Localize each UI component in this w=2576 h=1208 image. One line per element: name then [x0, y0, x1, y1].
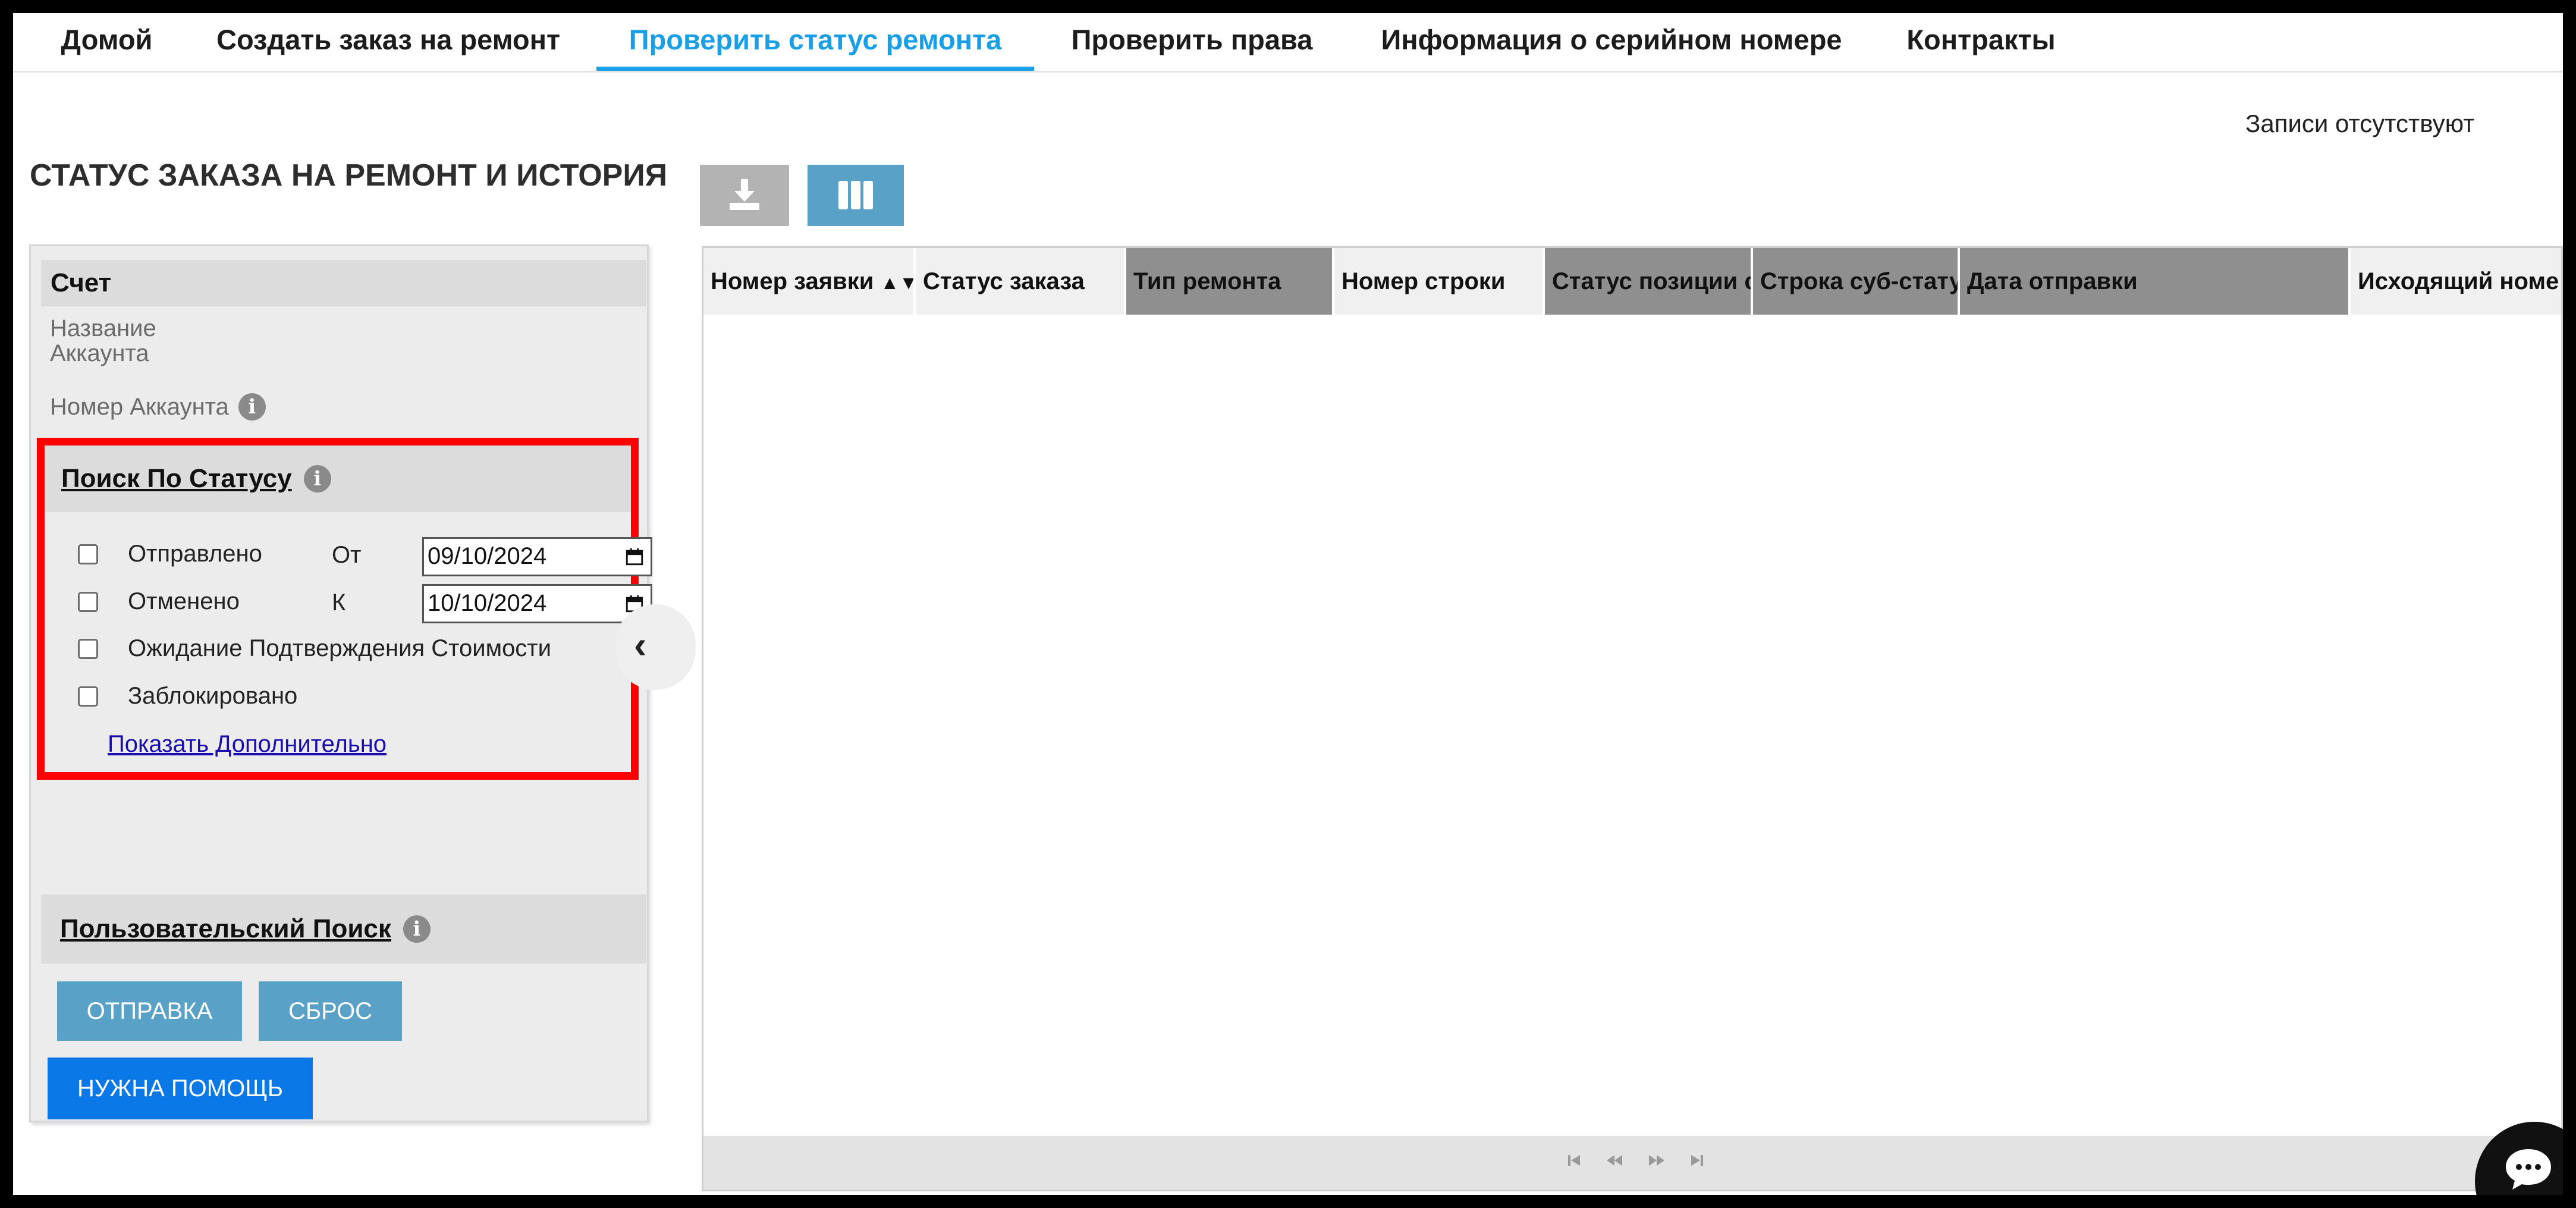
date-from-value: 09/10/2024 — [428, 543, 547, 569]
columns-icon — [838, 181, 873, 209]
tab-check-repair-status[interactable]: Проверить статус ремонта — [596, 13, 1034, 71]
tab-contracts[interactable]: Контракты — [1896, 13, 2066, 71]
top-nav: Домой Создать заказ на ремонт Проверить … — [13, 13, 2563, 73]
next-page-icon[interactable] — [1648, 1151, 1666, 1169]
custom-search-header: Пользовательский Поиск i — [41, 895, 646, 964]
status-search-section: Поиск По Статусу i Отправлено Отменено О… — [37, 438, 652, 780]
column-header-sub-status-line[interactable]: Строка суб-статуса — [1753, 248, 1958, 315]
date-from-input[interactable]: 09/10/2024 — [422, 537, 652, 576]
status-option-sent: Отправлено — [78, 541, 262, 567]
column-header-repair-type[interactable]: Тип ремонта — [1126, 248, 1332, 315]
tab-home[interactable]: Домой — [55, 13, 159, 71]
records-status: Записи отсутствуют — [2245, 109, 2475, 137]
column-header-ship-date[interactable]: Дата отправки — [1960, 248, 2348, 315]
date-to-value: 10/10/2024 — [428, 590, 547, 616]
reset-button[interactable]: СБРОС — [259, 981, 402, 1041]
column-header-item-status[interactable]: Статус позиции ст — [1545, 248, 1751, 315]
page: Домой Создать заказ на ремонт Проверить … — [13, 13, 2563, 1195]
columns-button[interactable] — [808, 165, 904, 226]
checkbox-sent[interactable] — [78, 544, 98, 564]
status-option-label: Отменено — [128, 588, 240, 614]
account-number: Номер Аккаунта i — [50, 393, 266, 421]
repair-orders-grid: Номер заявки ▲▼ Статус заказа Тип ремонт… — [702, 246, 2563, 1191]
show-more-link[interactable]: Показать Дополнительно — [108, 731, 387, 758]
help-button[interactable]: НУЖНА ПОМОЩЬ — [48, 1058, 313, 1119]
date-to-input[interactable]: 10/10/2024 — [422, 584, 652, 623]
grid-body — [703, 316, 2561, 1125]
grid-pager — [703, 1136, 2561, 1190]
status-option-cancelled: Отменено — [78, 588, 240, 615]
status-option-awaiting-cost-approval: Ожидание Подтверждения Стоимости — [78, 635, 551, 662]
download-button[interactable] — [700, 165, 789, 226]
grid-header: Номер заявки ▲▼ Статус заказа Тип ремонт… — [703, 248, 2561, 316]
column-header-request-number[interactable]: Номер заявки ▲▼ — [703, 248, 913, 315]
checkbox-cancelled[interactable] — [78, 591, 98, 612]
column-header-label: Номер заявки — [711, 268, 874, 294]
status-option-blocked: Заблокировано — [78, 683, 297, 710]
checkbox-blocked[interactable] — [78, 686, 98, 707]
account-header: Счет — [41, 260, 646, 306]
first-page-icon[interactable] — [1566, 1151, 1584, 1169]
column-header-order-status[interactable]: Статус заказа — [916, 248, 1124, 315]
tab-create-repair-order[interactable]: Создать заказ на ремонт — [207, 13, 570, 71]
tab-check-entitlement[interactable]: Проверить права — [1060, 13, 1324, 71]
submit-button[interactable]: ОТПРАВКА — [57, 981, 242, 1041]
status-option-label: Ожидание Подтверждения Стоимости — [128, 635, 551, 661]
collapse-panel-handle[interactable]: ‹ — [615, 604, 696, 690]
account-number-label: Номер Аккаунта — [50, 393, 229, 420]
status-search-title[interactable]: Поиск По Статусу — [61, 464, 292, 494]
previous-page-icon[interactable] — [1606, 1151, 1623, 1169]
column-header-line-number[interactable]: Номер строки — [1334, 248, 1543, 315]
chat-icon — [2506, 1149, 2551, 1190]
date-to-label: К — [332, 589, 346, 616]
custom-search-title[interactable]: Пользовательский Поиск — [60, 914, 391, 944]
sort-icon[interactable]: ▲▼ — [880, 272, 913, 293]
calendar-icon[interactable] — [624, 547, 645, 567]
status-option-label: Заблокировано — [128, 683, 298, 709]
download-icon — [730, 179, 759, 210]
tab-serial-number-info[interactable]: Информация о серийном номере — [1368, 13, 1855, 71]
filter-panel: Счет Название Аккаунта Номер Аккаунта i … — [29, 244, 652, 1122]
info-icon[interactable]: i — [238, 393, 266, 421]
info-icon[interactable]: i — [403, 915, 431, 943]
date-from-label: От — [332, 542, 362, 568]
status-search-header: Поиск По Статусу i — [45, 445, 631, 512]
checkbox-awaiting-cost-approval[interactable] — [78, 638, 98, 659]
chevron-left-icon: ‹ — [634, 623, 647, 666]
column-header-outgoing-number[interactable]: Исходящий номе — [2351, 248, 2561, 315]
last-page-icon[interactable] — [1688, 1151, 1705, 1169]
account-name-label: Название Аккаунта — [50, 315, 156, 366]
page-title: СТАТУС ЗАКАЗА НА РЕМОНТ И ИСТОРИЯ — [30, 158, 668, 193]
info-icon[interactable]: i — [303, 465, 331, 492]
status-option-label: Отправлено — [128, 541, 262, 567]
